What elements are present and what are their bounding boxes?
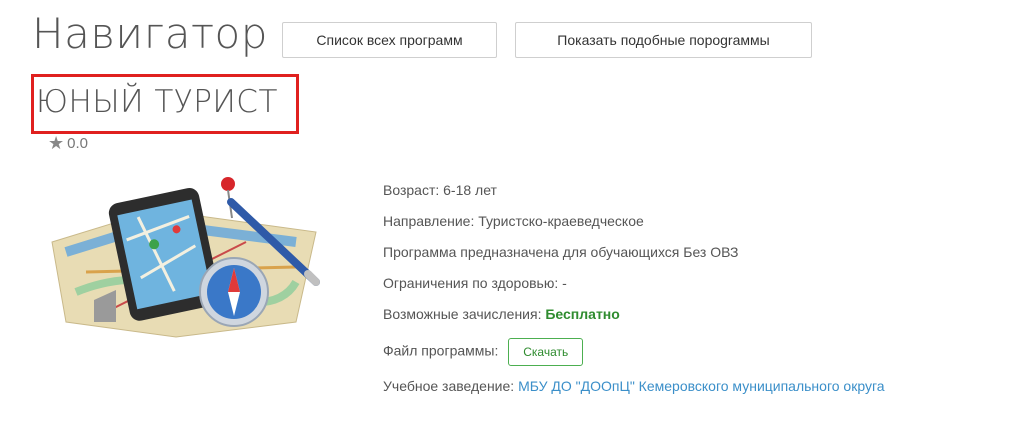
enrollment-row: Возможные зачисления: Бесплатно [383, 306, 620, 322]
file-row: Файл программы: Скачать [383, 338, 584, 366]
school-link[interactable]: МБУ ДО "ДООпЦ" Кемеровского муниципально… [518, 378, 884, 394]
direction-text: Направление: Туристско-краеведческое [383, 213, 644, 229]
file-label: Файл программы: [383, 342, 499, 359]
program-title: ЮНЫЙ ТУРИСТ [36, 84, 278, 120]
rating-value: 0.0 [67, 134, 88, 152]
rating: ★ 0.0 [48, 134, 88, 152]
program-image [46, 172, 320, 338]
enrollment-label: Возможные зачисления: [383, 306, 546, 322]
download-button[interactable]: Скачать [508, 338, 584, 366]
star-icon: ★ [48, 133, 65, 153]
all-programs-button[interactable]: Список всех программ [282, 22, 497, 58]
similar-programs-button[interactable]: Показать подобные пороgraммы [515, 22, 812, 58]
page-title: Навигатор [32, 9, 268, 58]
age-text: Возраст: 6-18 лет [383, 182, 497, 198]
school-row: Учебное заведение: МБУ ДО "ДООпЦ" Кемеро… [383, 378, 885, 394]
enrollment-value: Бесплатно [545, 306, 620, 322]
audience-text: Программа предназначена для обучающихся … [383, 244, 739, 260]
health-text: Ограничения по здоровью: - [383, 275, 567, 291]
school-label: Учебное заведение: [383, 378, 519, 394]
